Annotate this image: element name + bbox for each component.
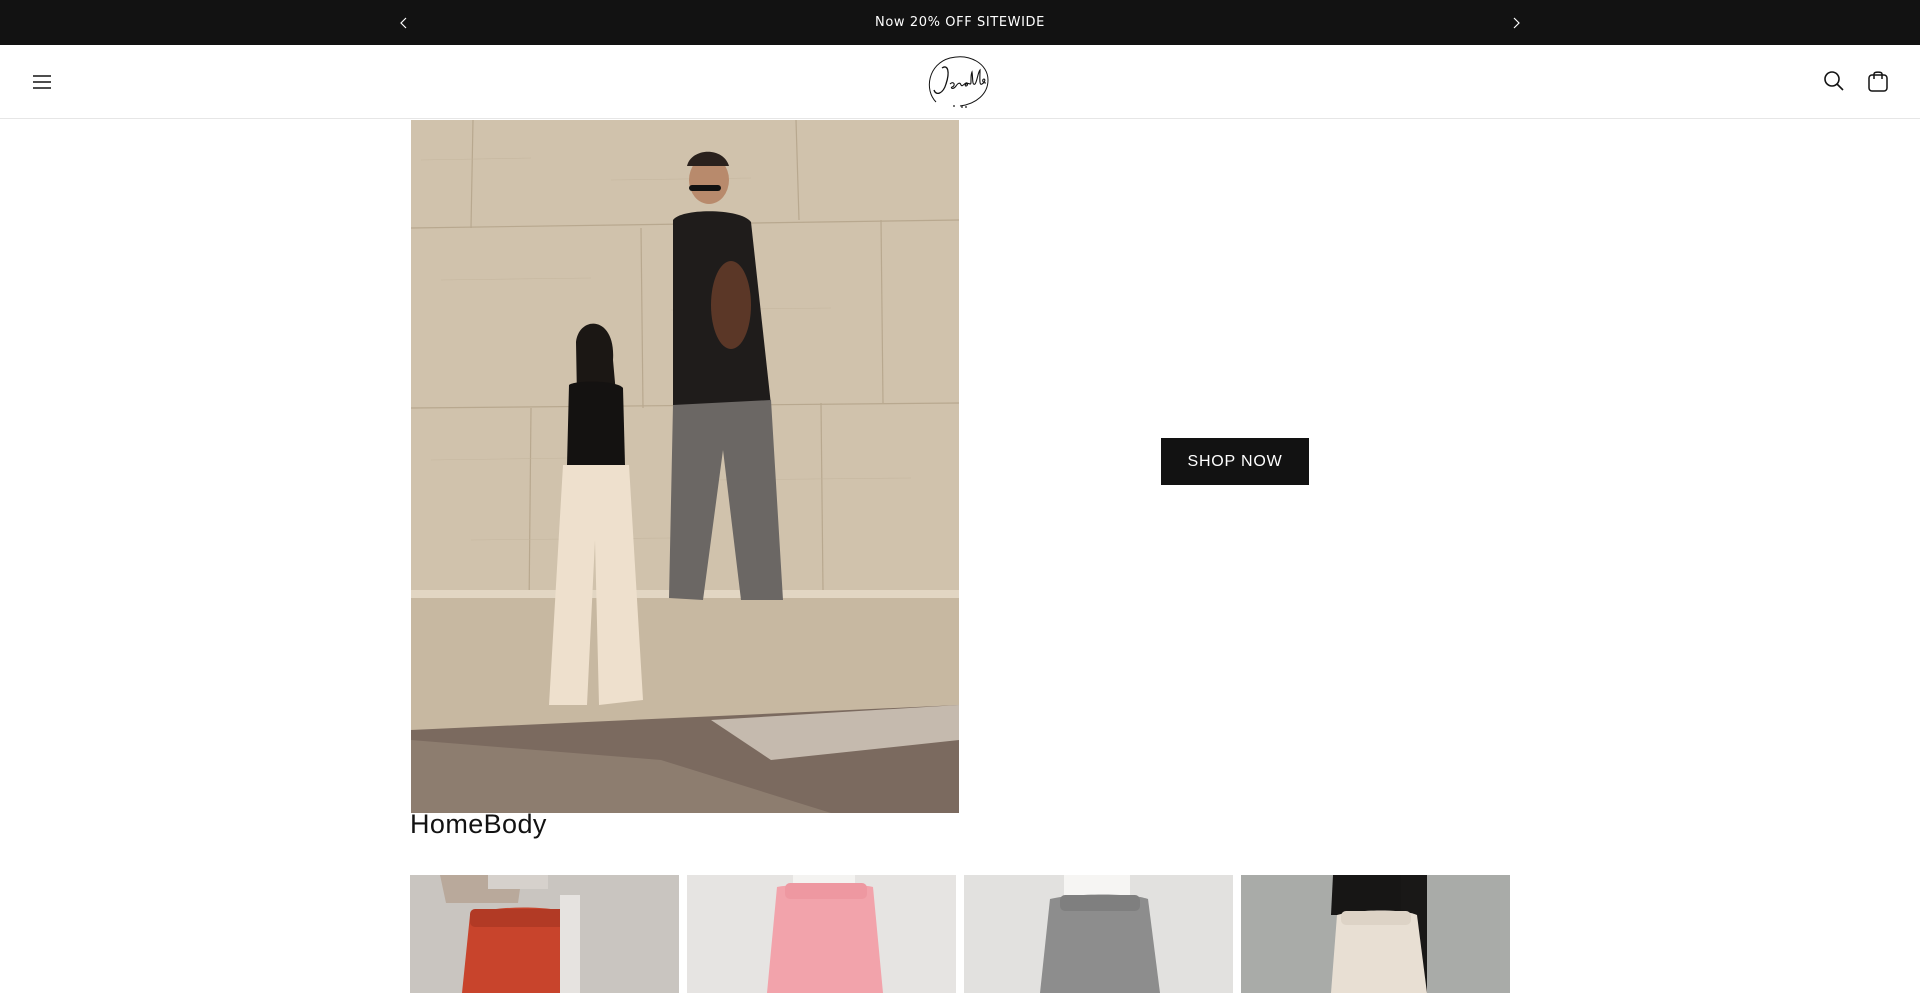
brand-logo[interactable] [920,50,996,114]
cart-button[interactable] [1864,67,1892,95]
site-header [0,45,1920,119]
brand-logo-script [928,56,989,108]
menu-button[interactable] [28,68,56,96]
collection-title[interactable]: HomeBody [410,809,547,849]
announcement-text[interactable]: Now 20% OFF SITEWIDE [0,0,1920,45]
product-card-1[interactable] [410,875,679,993]
product-image-grey-pants [964,875,1233,993]
search-icon [1824,71,1844,91]
product-image-pink-pants [687,875,956,993]
product-image-cream-pants [1241,875,1510,993]
product-card-4[interactable] [1241,875,1510,993]
announcement-next-button[interactable] [1505,12,1527,34]
product-card-2[interactable] [687,875,956,993]
product-card-3[interactable] [964,875,1233,993]
shop-now-button[interactable]: SHOP NOW [1161,438,1309,485]
cart-bag-icon [1868,71,1888,92]
search-button[interactable] [1820,67,1848,95]
hero-image [411,120,959,813]
hero-photo-models [411,120,959,813]
chevron-right-icon [1513,17,1520,29]
product-image-red-pants [410,875,679,993]
announcement-bar: Now 20% OFF SITEWIDE [0,0,1920,45]
hamburger-menu-icon [33,75,51,89]
